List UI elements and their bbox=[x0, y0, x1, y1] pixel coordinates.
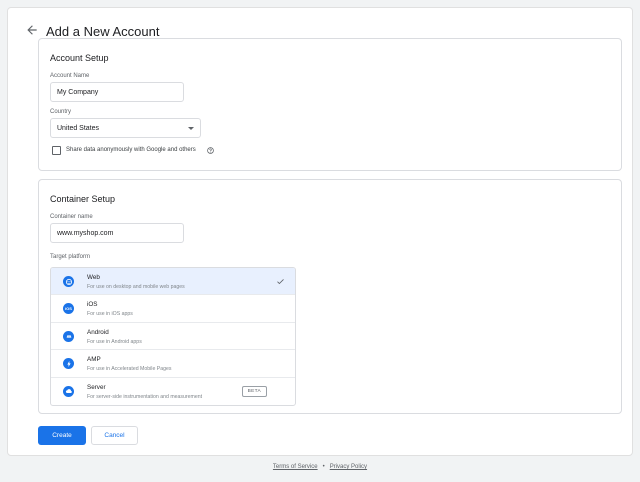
server-icon bbox=[63, 385, 74, 397]
create-button[interactable]: Create bbox=[38, 426, 86, 445]
target-platform-label: Target platform bbox=[50, 254, 91, 260]
container-name-value: www.myshop.com bbox=[57, 229, 114, 237]
footer: Terms of Service • Privacy Policy bbox=[0, 464, 640, 470]
container-name-field[interactable]: www.myshop.com bbox=[50, 223, 184, 243]
beta-badge: BETA bbox=[241, 385, 267, 397]
android-icon bbox=[63, 330, 74, 342]
footer-separator: • bbox=[322, 464, 325, 470]
account-name-value: My Company bbox=[57, 88, 99, 96]
share-data-checkbox[interactable] bbox=[52, 146, 61, 155]
platform-list: Web For use on desktop and mobile web pa… bbox=[50, 267, 296, 406]
account-setup-card: Account Setup Account Name My Company Co… bbox=[38, 38, 622, 171]
share-data-label: Share data anonymously with Google and o… bbox=[66, 147, 196, 153]
ios-icon: iOS bbox=[63, 303, 74, 315]
container-setup-title: Container Setup bbox=[50, 194, 116, 204]
platform-desc: For use in Android apps bbox=[87, 338, 142, 345]
platform-item-server[interactable]: Server For server-side instrumentation a… bbox=[51, 378, 295, 405]
back-arrow-icon[interactable] bbox=[25, 23, 39, 37]
cancel-button[interactable]: Cancel bbox=[91, 426, 138, 445]
platform-item-web[interactable]: Web For use on desktop and mobile web pa… bbox=[51, 268, 295, 296]
account-name-label: Account Name bbox=[50, 73, 90, 79]
platform-desc: For use on desktop and mobile web pages bbox=[87, 284, 185, 290]
terms-of-service-link[interactable]: Terms of Service bbox=[273, 464, 318, 470]
container-name-label: Container name bbox=[50, 214, 93, 220]
dropdown-arrow-icon bbox=[188, 127, 194, 130]
platform-item-amp[interactable]: AMP For use in Accelerated Mobile Pages bbox=[51, 350, 295, 378]
platform-name: Server bbox=[87, 383, 106, 391]
container-setup-card: Container Setup Container name www.mysho… bbox=[38, 179, 622, 414]
help-icon[interactable] bbox=[207, 147, 214, 154]
checkmark-icon bbox=[277, 279, 284, 285]
platform-item-android[interactable]: Android For use in Android apps bbox=[51, 323, 295, 351]
country-label: Country bbox=[50, 109, 72, 115]
privacy-policy-link[interactable]: Privacy Policy bbox=[330, 464, 367, 470]
country-select[interactable]: United States bbox=[50, 118, 201, 138]
platform-name: iOS bbox=[87, 301, 98, 309]
account-name-field[interactable]: My Company bbox=[50, 82, 184, 102]
platform-name: Web bbox=[87, 274, 100, 281]
platform-desc: For use in Accelerated Mobile Pages bbox=[87, 366, 172, 373]
amp-icon bbox=[63, 358, 74, 370]
platform-item-ios[interactable]: iOS iOS For use in iOS apps bbox=[51, 295, 295, 323]
platform-desc: For server-side instrumentation and meas… bbox=[87, 393, 203, 400]
platform-desc: For use in iOS apps bbox=[87, 311, 133, 318]
web-icon bbox=[63, 276, 74, 287]
page-title: Add a New Account bbox=[46, 24, 160, 39]
platform-name: Android bbox=[87, 328, 109, 336]
country-value: United States bbox=[57, 124, 100, 132]
account-setup-title: Account Setup bbox=[50, 53, 109, 63]
platform-name: AMP bbox=[87, 356, 101, 364]
